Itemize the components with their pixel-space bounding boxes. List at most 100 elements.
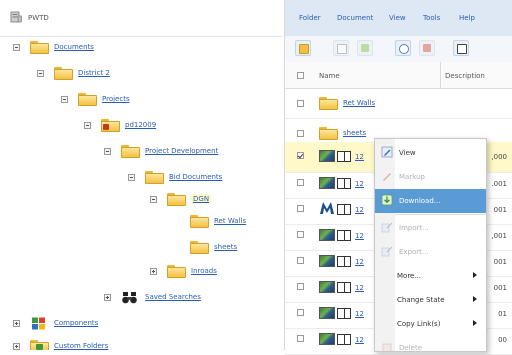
tree-node-label[interactable]: sheets bbox=[214, 243, 237, 251]
tree-node-label[interactable]: pd12009 bbox=[125, 121, 156, 129]
view-pencil-icon bbox=[381, 146, 393, 158]
context-item-more[interactable]: More... bbox=[375, 264, 486, 288]
checkin-button[interactable] bbox=[357, 40, 373, 56]
menu-help[interactable]: Help bbox=[459, 14, 475, 22]
datasource-label[interactable]: PWTD bbox=[28, 14, 49, 22]
row-name-link[interactable]: 12 bbox=[355, 336, 364, 344]
download-icon bbox=[381, 194, 393, 206]
tree-node-label[interactable]: Saved Searches bbox=[145, 293, 201, 301]
row-description: 001 bbox=[493, 258, 507, 266]
tree-node-label[interactable]: Project Development bbox=[145, 147, 218, 155]
context-item-markup[interactable]: Markup bbox=[375, 165, 486, 189]
tree-node-ret-walls[interactable]: Ret Walls bbox=[190, 214, 246, 228]
context-item-label: Download... bbox=[399, 197, 441, 205]
collapse-toggle[interactable] bbox=[128, 173, 135, 181]
tree-node-inroads[interactable]: Inroads bbox=[150, 264, 217, 278]
tree-node-label[interactable]: Bid Documents bbox=[169, 173, 222, 181]
row-checkbox[interactable] bbox=[297, 152, 304, 159]
search-button[interactable] bbox=[395, 40, 411, 56]
column-header-description[interactable]: Description bbox=[445, 72, 485, 80]
tree-node-pd12009[interactable]: pd12009 bbox=[84, 118, 156, 132]
context-item-view[interactable]: View bbox=[375, 141, 486, 165]
tree-node-projects[interactable]: Projects bbox=[61, 92, 130, 106]
row-checkbox[interactable] bbox=[297, 179, 304, 186]
new-document-button[interactable] bbox=[333, 40, 349, 56]
expand-toggle[interactable] bbox=[13, 319, 20, 327]
menu-folder[interactable]: Folder bbox=[299, 14, 321, 22]
tree-node-label[interactable]: Inroads bbox=[191, 267, 217, 275]
table-row[interactable]: Ret Walls bbox=[285, 88, 512, 119]
tree-node-saved-searches[interactable]: Saved Searches bbox=[104, 290, 201, 304]
context-item-label: View bbox=[399, 149, 416, 157]
row-name-link[interactable]: sheets bbox=[343, 129, 366, 137]
tree-node-label[interactable]: Custom Folders bbox=[54, 342, 108, 350]
row-checkbox[interactable] bbox=[297, 309, 304, 316]
row-checkbox[interactable] bbox=[297, 130, 304, 137]
folder-icon bbox=[190, 214, 209, 228]
row-name-link[interactable]: 12 bbox=[355, 258, 364, 266]
row-name-link[interactable]: 12 bbox=[355, 206, 364, 214]
tree-node-components[interactable]: Components bbox=[13, 316, 98, 330]
expand-toggle[interactable] bbox=[104, 293, 111, 301]
column-header-name[interactable]: Name bbox=[319, 72, 340, 80]
row-name-link[interactable]: 12 bbox=[355, 232, 364, 240]
context-item-label: Copy Link(s) bbox=[397, 320, 441, 328]
tree-node-label[interactable]: Components bbox=[54, 319, 98, 327]
document-icon bbox=[319, 177, 335, 189]
tree-node-label[interactable]: District 2 bbox=[78, 69, 110, 77]
tree-node-dgn[interactable]: DGN bbox=[150, 190, 212, 208]
row-checkbox[interactable] bbox=[297, 335, 304, 342]
collapse-toggle[interactable] bbox=[13, 43, 20, 51]
collapse-toggle[interactable] bbox=[104, 147, 111, 155]
expand-toggle[interactable] bbox=[13, 342, 20, 350]
row-description: ,001 bbox=[491, 232, 507, 240]
context-item-change-state[interactable]: Change State bbox=[375, 288, 486, 312]
row-name-link[interactable]: 12 bbox=[355, 153, 364, 161]
binoculars-icon bbox=[122, 291, 137, 303]
row-checkbox[interactable] bbox=[297, 205, 304, 212]
collapse-toggle[interactable] bbox=[150, 195, 157, 203]
components-icon bbox=[32, 317, 45, 329]
row-name-link[interactable]: 12 bbox=[355, 180, 364, 188]
collapse-toggle[interactable] bbox=[61, 95, 68, 103]
delete-button[interactable] bbox=[419, 40, 435, 56]
row-name-link[interactable]: 12 bbox=[355, 310, 364, 318]
row-checkbox[interactable] bbox=[297, 231, 304, 238]
menu-tools[interactable]: Tools bbox=[423, 14, 440, 22]
collapse-toggle[interactable] bbox=[37, 69, 44, 77]
tree-node-label[interactable]: Ret Walls bbox=[214, 217, 246, 225]
checkin-icon bbox=[361, 44, 369, 52]
tree-node-documents[interactable]: Documents bbox=[13, 40, 94, 54]
row-checkbox[interactable] bbox=[297, 100, 304, 107]
properties-button[interactable] bbox=[453, 40, 469, 56]
book-icon bbox=[337, 282, 351, 293]
expand-toggle[interactable] bbox=[150, 267, 157, 275]
row-checkbox[interactable] bbox=[297, 257, 304, 264]
tree-node-sheets[interactable]: sheets bbox=[190, 240, 237, 254]
folder-icon bbox=[167, 192, 186, 206]
menu-view[interactable]: View bbox=[389, 14, 406, 22]
tree-node-project-development[interactable]: Project Development bbox=[104, 144, 218, 158]
tree-node-label[interactable]: DGN bbox=[191, 194, 212, 204]
menu-document[interactable]: Document bbox=[337, 14, 373, 22]
new-folder-button[interactable] bbox=[295, 40, 311, 56]
tree-node-district-2[interactable]: District 2 bbox=[37, 66, 110, 80]
row-name-link[interactable]: Ret Walls bbox=[343, 99, 375, 107]
tree-node-label[interactable]: Projects bbox=[102, 95, 130, 103]
row-name-link[interactable]: 12 bbox=[355, 284, 364, 292]
tree-node-custom-folders[interactable]: Custom Folders bbox=[13, 339, 108, 350]
document-icon bbox=[337, 44, 347, 54]
select-all-checkbox[interactable] bbox=[297, 72, 304, 79]
context-item-copy-links[interactable]: Copy Link(s) bbox=[375, 312, 486, 336]
collapse-toggle[interactable] bbox=[84, 121, 91, 129]
tree-node-bid-documents[interactable]: Bid Documents bbox=[128, 170, 222, 184]
tree-node-label[interactable]: Documents bbox=[54, 43, 94, 51]
row-description: 01 bbox=[498, 310, 507, 318]
delete-icon bbox=[382, 343, 392, 351]
row-checkbox[interactable] bbox=[297, 283, 304, 290]
project-folder-icon bbox=[101, 118, 120, 132]
context-item-import[interactable]: Import... bbox=[375, 216, 486, 240]
context-item-export[interactable]: Export... bbox=[375, 240, 486, 264]
context-item-download[interactable]: Download... bbox=[375, 189, 486, 213]
folder-icon bbox=[190, 240, 209, 254]
